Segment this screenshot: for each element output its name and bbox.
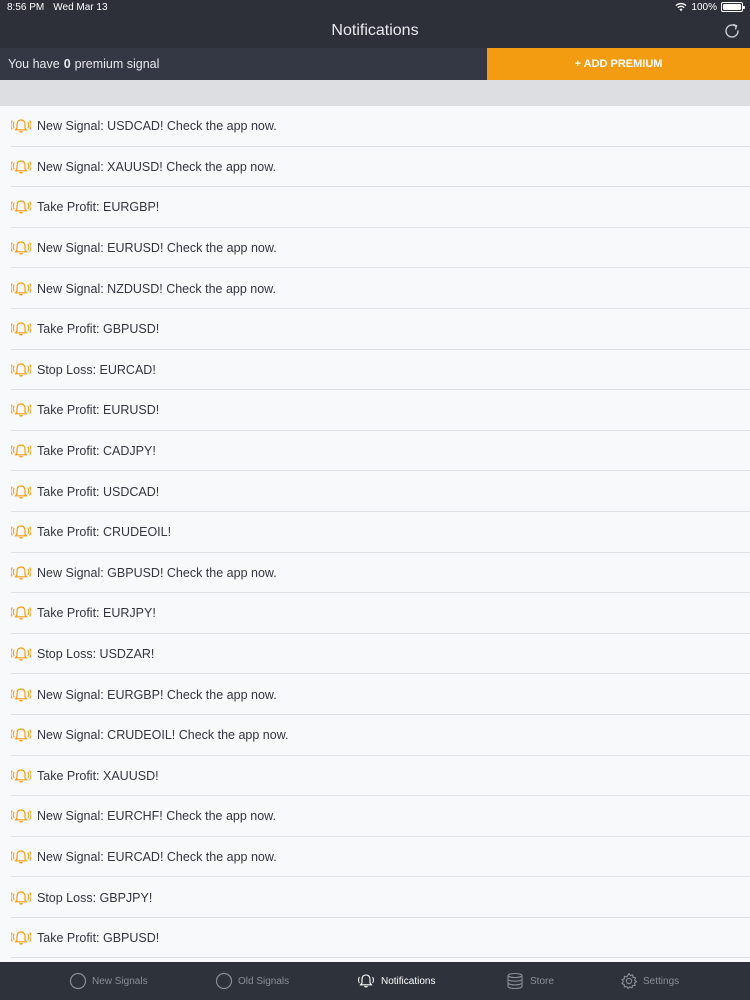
notification-text: Take Profit: EURUSD! — [37, 403, 160, 418]
bell-icon — [11, 525, 31, 539]
notification-row[interactable]: Take Profit: EURGBP! — [0, 187, 750, 228]
notification-row[interactable]: Stop Loss: GBPJPY! — [0, 877, 750, 918]
notification-row[interactable]: Take Profit: XAUUSD! — [0, 756, 750, 797]
bell-icon — [11, 403, 31, 417]
tab-store[interactable]: Store — [505, 962, 554, 1000]
bell-icon — [11, 688, 31, 702]
tab-label: Store — [530, 975, 554, 987]
notification-text: Stop Loss: USDZAR! — [37, 647, 155, 662]
add-premium-button[interactable]: + ADD PREMIUM — [487, 48, 750, 80]
bell-icon — [11, 850, 31, 864]
notification-row[interactable]: Take Profit: GBPUSD! — [0, 309, 750, 350]
premium-suffix: premium signal — [74, 57, 160, 71]
bell-icon — [11, 444, 31, 458]
tab-old-signals[interactable]: Old Signals — [215, 962, 289, 1000]
bell-icon — [11, 200, 31, 215]
status-right: 100% — [675, 1, 745, 13]
notification-row[interactable]: New Signal: EURCHF! Check the app now. — [0, 796, 750, 837]
bell-icon — [11, 119, 31, 133]
notification-text: Stop Loss: EURCAD! — [37, 362, 156, 377]
notification-text: New Signal: EURUSD! Check the app now. — [37, 241, 277, 256]
status-time: 8:56 PM — [7, 1, 45, 13]
notification-text: New Signal: EURGBP! Check the app now. — [37, 687, 277, 702]
notification-text: Stop Loss: GBPJPY! — [37, 890, 153, 905]
bell-icon — [11, 809, 31, 823]
tab-label: New Signals — [92, 975, 148, 987]
bell-icon — [11, 606, 31, 620]
bell-icon — [11, 647, 31, 661]
refresh-icon — [725, 23, 739, 38]
bell-icon — [11, 769, 31, 783]
notification-row[interactable]: New Signal: EURCAD! Check the app now. — [0, 837, 750, 878]
notification-row[interactable]: New Signal: EURGBP! Check the app now. — [0, 674, 750, 715]
tab-settings[interactable]: Settings — [620, 962, 679, 1000]
circle-icon — [69, 972, 87, 990]
notification-row[interactable]: Stop Loss: USDZAR! — [0, 634, 750, 675]
notification-row[interactable]: Take Profit: EURUSD! — [0, 390, 750, 431]
wifi-icon — [675, 3, 687, 12]
notification-row[interactable]: New Signal: CRUDEOIL! Check the app now. — [0, 715, 750, 756]
bell-icon — [11, 728, 31, 742]
premium-bar: You have 0 premium signal + ADD PREMIUM — [0, 48, 750, 80]
notification-row[interactable]: New Signal: XAUUSD! Check the app now. — [0, 147, 750, 188]
bell-icon — [11, 890, 31, 905]
notification-text: Take Profit: CRUDEOIL! — [37, 525, 172, 540]
notification-text: New Signal: XAUUSD! Check the app now. — [37, 159, 277, 174]
notification-row[interactable]: Take Profit: USDCAD! — [0, 471, 750, 512]
bell-icon — [358, 974, 374, 988]
notification-text: Take Profit: EURGBP! — [37, 200, 160, 215]
bell-icon — [11, 363, 31, 377]
bell-icon — [11, 241, 31, 255]
tab-label: Settings — [643, 975, 680, 987]
notification-row[interactable]: New Signal: EURUSD! Check the app now. — [0, 228, 750, 269]
notification-text: New Signal: EURCHF! Check the app now. — [37, 809, 276, 824]
notification-row[interactable]: New Signal: GBPUSD! Check the app now. — [0, 553, 750, 594]
bell-icon — [11, 322, 31, 336]
battery-percent: 100% — [691, 1, 717, 13]
coins-icon — [507, 972, 523, 990]
notification-row[interactable]: Take Profit: EURJPY! — [0, 593, 750, 634]
tab-bar: New Signals Old Signals Notifications St… — [0, 962, 750, 1000]
status-date: Wed Mar 13 — [53, 1, 108, 13]
notification-row[interactable]: Take Profit: CADJPY! — [0, 431, 750, 472]
tab-label: Notifications — [381, 975, 436, 987]
tab-label: Old Signals — [238, 975, 290, 987]
notification-text: Take Profit: XAUUSD! — [37, 768, 159, 783]
circle-icon — [215, 972, 233, 990]
notification-text: New Signal: GBPUSD! Check the app now. — [37, 565, 277, 580]
bell-icon — [11, 566, 31, 580]
notification-text: New Signal: USDCAD! Check the app now. — [37, 119, 277, 134]
page-title: Notifications — [331, 22, 419, 39]
battery-icon — [721, 2, 745, 12]
bell-icon — [11, 282, 31, 296]
notification-text: Take Profit: GBPUSD! — [37, 322, 160, 337]
notification-list[interactable]: New Signal: USDCAD! Check the app now. Ne… — [0, 106, 750, 962]
premium-status: You have 0 premium signal — [0, 48, 487, 80]
notification-text: Take Profit: EURJPY! — [37, 606, 156, 621]
refresh-button[interactable] — [722, 21, 742, 41]
notification-row[interactable]: Stop Loss: EURCAD! — [0, 350, 750, 391]
notification-text: New Signal: EURCAD! Check the app now. — [37, 849, 277, 864]
notification-row[interactable]: Take Profit: GBPUSD! — [0, 918, 750, 959]
bell-icon — [11, 931, 31, 945]
list-header-band — [0, 80, 750, 106]
nav-bar: Notifications — [0, 14, 750, 48]
tab-notifications[interactable]: Notifications — [356, 962, 435, 1000]
premium-prefix: You have — [8, 57, 60, 71]
status-bar: 8:56 PM Wed Mar 13 100% — [0, 0, 750, 14]
premium-count: 0 — [63, 57, 71, 71]
notification-row[interactable]: New Signal: USDCAD! Check the app now. — [0, 106, 750, 147]
bell-icon — [11, 160, 31, 174]
notification-row[interactable]: New Signal: NZDUSD! Check the app now. — [0, 268, 750, 309]
tab-new-signals[interactable]: New Signals — [69, 962, 148, 1000]
notification-text: Take Profit: USDCAD! — [37, 484, 160, 499]
notification-text: Take Profit: CADJPY! — [37, 444, 156, 459]
app-screen: 8:56 PM Wed Mar 13 100% Notifications Yo… — [0, 0, 750, 1000]
bell-icon — [11, 485, 31, 499]
notification-text: Take Profit: GBPUSD! — [37, 931, 160, 946]
notification-row[interactable]: Take Profit: CRUDEOIL! — [0, 512, 750, 553]
notification-text: New Signal: CRUDEOIL! Check the app now. — [37, 728, 289, 743]
gear-icon — [621, 972, 638, 990]
notification-text: New Signal: NZDUSD! Check the app now. — [37, 281, 276, 296]
